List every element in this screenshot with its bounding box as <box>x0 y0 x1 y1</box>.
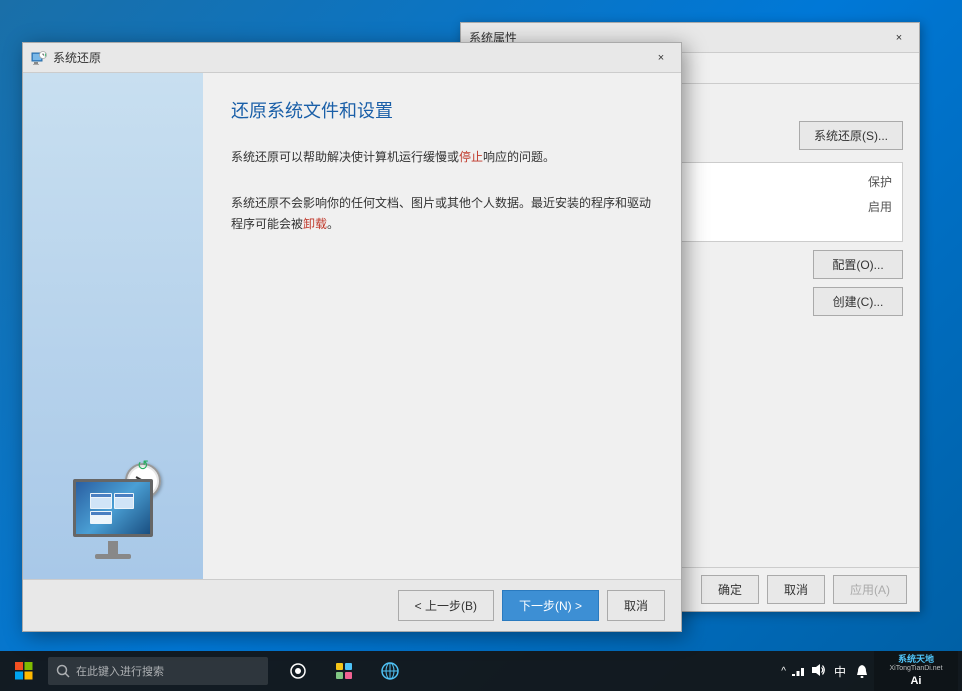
network-status-icon <box>790 662 806 678</box>
search-placeholder: 在此键入进行搜索 <box>76 663 164 679</box>
monitor-base <box>95 554 131 559</box>
restore-title-icon <box>31 50 47 66</box>
volume-tray-icon[interactable] <box>810 662 826 681</box>
taskbar: 在此键入进行搜索 <box>0 651 962 691</box>
tray-chevron[interactable]: ^ <box>781 666 786 677</box>
news-title: 系统天地 <box>898 654 934 665</box>
desktop: 系统属性 × 远程 统更改。 系统还原(S)... 保护 启用 <box>0 0 962 691</box>
restore-sidebar: ↺ <box>23 73 203 579</box>
restore-dialog-title: 系统还原 <box>53 49 101 66</box>
restore-main-content: 还原系统文件和设置 系统还原可以帮助解决使计算机运行缓慢或停止响应的问题。 系统… <box>203 73 681 579</box>
volume-icon <box>810 662 826 678</box>
restore-body: ↺ <box>23 73 681 579</box>
highlight-uninstall: 卸载 <box>303 217 327 231</box>
taskbar-search[interactable]: 在此键入进行搜索 <box>48 657 268 685</box>
notification-bell-icon[interactable] <box>854 663 870 679</box>
restore-heading: 还原系统文件和设置 <box>231 97 653 123</box>
prev-btn[interactable]: < 上一步(B) <box>398 590 494 621</box>
news-url: XiTongTianDi.net <box>889 665 942 673</box>
task-view-btn[interactable] <box>276 651 320 691</box>
monitor-stand <box>108 541 118 555</box>
restore-footer: < 上一步(B) 下一步(N) > 取消 <box>23 579 681 631</box>
create-btn[interactable]: 创建(C)... <box>813 287 903 316</box>
monitor-screen <box>73 479 153 537</box>
taskbar-center-icons <box>276 651 412 691</box>
restore-sidebar-art: ↺ <box>63 479 163 559</box>
restore-desc1: 系统还原可以帮助解决使计算机运行缓慢或停止响应的问题。 <box>231 147 653 169</box>
windows-logo-icon <box>15 662 33 680</box>
restore-desc2: 系统还原不会影响你的任何文档、图片或其他个人数据。最近安装的程序和驱动程序可能会… <box>231 193 653 236</box>
window-controls: × <box>887 28 911 48</box>
config-btn[interactable]: 配置(O)... <box>813 250 903 279</box>
system-restore-btn[interactable]: 系统还原(S)... <box>799 121 903 150</box>
task-view-icon <box>289 662 307 680</box>
language-indicator[interactable]: 中 <box>830 663 850 680</box>
file-manager-icon <box>333 660 355 682</box>
cancel-btn[interactable]: 取消 <box>767 575 825 604</box>
ai-label: Ai <box>910 675 921 688</box>
restore-title-left: 系统还原 <box>31 49 101 66</box>
network-icon-btn[interactable] <box>368 651 412 691</box>
task-manager-icon-btn[interactable] <box>322 651 366 691</box>
sys-props-close-btn[interactable]: × <box>887 28 911 48</box>
network-tray-icon[interactable] <box>790 662 806 681</box>
monitor-illustration: ↺ <box>63 479 163 559</box>
monitor-screen-inner <box>76 482 150 534</box>
start-button[interactable] <box>0 651 48 691</box>
restore-win-controls: × <box>649 48 673 68</box>
restore-titlebar: 系统还原 × <box>23 43 681 73</box>
apply-btn[interactable]: 应用(A) <box>833 575 907 604</box>
ok-btn[interactable]: 确定 <box>701 575 759 604</box>
search-icon <box>56 664 70 678</box>
restore-dialog: 系统还原 × <box>22 42 682 632</box>
next-btn[interactable]: 下一步(N) > <box>502 590 599 621</box>
globe-icon <box>379 660 401 682</box>
screen-content-icon <box>88 491 138 526</box>
restore-cancel-btn[interactable]: 取消 <box>607 590 665 621</box>
highlight-stop: 停止 <box>459 150 483 164</box>
restore-close-btn[interactable]: × <box>649 48 673 68</box>
news-branding[interactable]: 系统天地 XiTongTianDi.net Ai <box>874 651 958 691</box>
taskbar-right: ^ 中 <box>781 651 962 691</box>
clock-restore-arrow: ↺ <box>137 457 149 474</box>
